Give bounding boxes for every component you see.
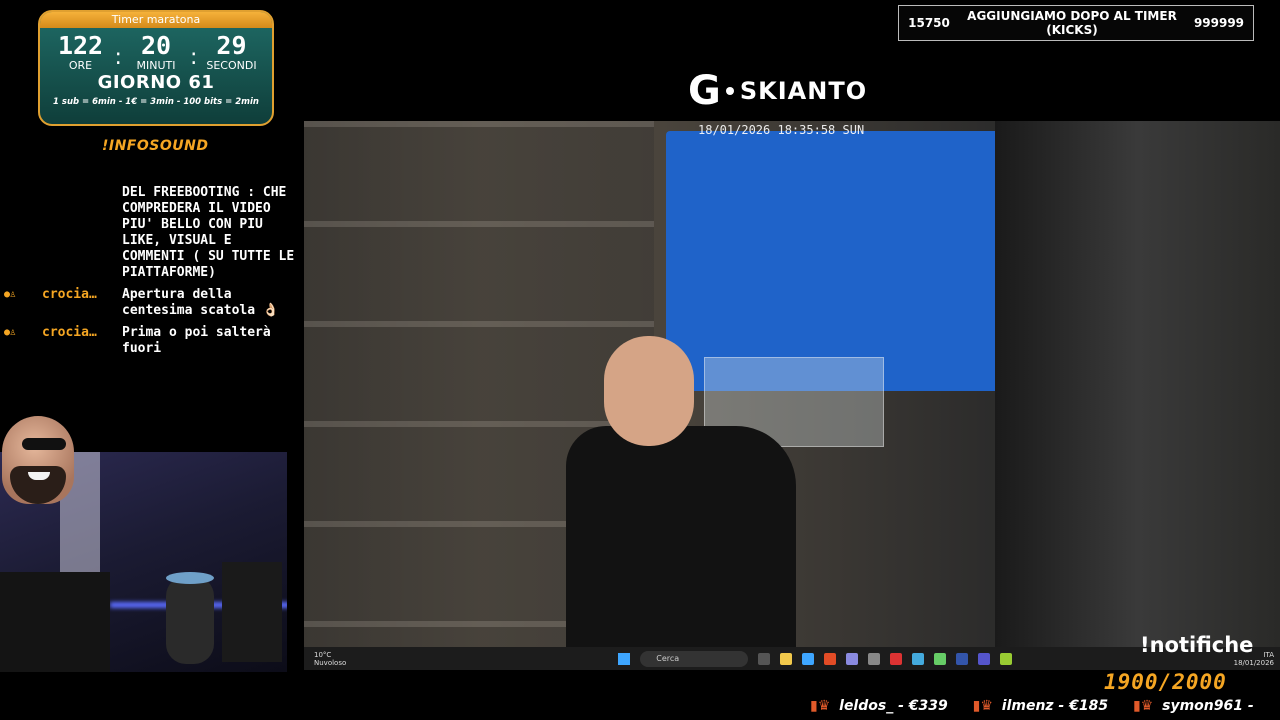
timer-hours: 122 ORE [50, 32, 112, 72]
donation-ticker: ▮♛ leldos_ - €339 ▮♛ ilmenz - €185 ▮♛ sy… [810, 698, 1280, 718]
tray-date: 18/01/2026 [1233, 658, 1274, 667]
chat-username: crocia… [42, 325, 97, 340]
sub-counter: 1900/2000 [1104, 670, 1227, 694]
weather-temp: 10°C [314, 650, 332, 659]
taskbar-app-icon[interactable] [956, 652, 969, 665]
hours-value: 122 [57, 31, 104, 60]
taskbar-search[interactable]: Cerca [640, 650, 749, 667]
brand-logo: G SKIANTO [688, 68, 867, 114]
taskbar-app-icon[interactable] [934, 652, 947, 665]
gift-trophy-icon: ▮♛ [1132, 698, 1154, 714]
chat-message: DEL FREEBOOTING : CHE COMPREDERA IL VIDE… [122, 185, 300, 281]
chat-message-text: Prima o poi salterà fuori [122, 325, 271, 356]
weather-desc: Nuvoloso [314, 658, 347, 667]
ticker-user: leldos_ [839, 698, 894, 714]
taskbar-app-icon[interactable] [802, 652, 815, 665]
camera-timestamp: 18/01/2026 18:35:58 SUN [698, 123, 865, 137]
timer-seconds: 29 SECONDI [200, 32, 262, 72]
person-working [566, 336, 796, 647]
chat-username: crocia… [42, 287, 97, 302]
ticker-item: ▮♛ leldos_ - €339 [810, 698, 948, 714]
timer-rates: 1 sub = 6min - 1€ = 3min - 100 bits = 2m… [53, 97, 259, 107]
marathon-timer: Timer maratona 122 ORE : 20 MINUTI : 29 … [38, 10, 274, 126]
brand-letter: G [688, 68, 721, 114]
taskbar-app-icon[interactable] [912, 652, 925, 665]
ticker-item: ▮♛ ilmenz - €185 [972, 698, 1109, 714]
person-head [604, 336, 694, 446]
ticker-user: ilmenz [1001, 698, 1054, 714]
windows-start-icon[interactable] [618, 652, 631, 665]
seconds-value: 29 [216, 31, 247, 60]
windows-taskbar: 10°C Nuvoloso Cerca ITA 18/01/2026 [304, 647, 1280, 670]
timer-day: GIORNO 61 [97, 72, 215, 93]
taskbar-app-icon[interactable] [1000, 652, 1013, 665]
gift-trophy-icon: ▮♛ [972, 698, 993, 714]
chat-overlay: DEL FREEBOOTING : CHE COMPREDERA IL VIDE… [0, 185, 300, 357]
sunglasses [22, 438, 66, 450]
timer-separator: : [190, 45, 198, 70]
ticker-item: ▮♛ symon961 - [1132, 698, 1254, 714]
minutes-label: MINUTI [136, 59, 176, 72]
goal-target: 999999 [1193, 16, 1245, 30]
chat-message: ●♙ crocia… Prima o poi salterà fuori [4, 325, 300, 357]
taskbar-app-icon[interactable] [890, 652, 903, 665]
taskbar-app-icon[interactable] [780, 652, 793, 665]
weather-widget[interactable]: 10°C Nuvoloso [314, 651, 346, 667]
taskbar-app-icon[interactable] [758, 652, 771, 665]
timer-title: Timer maratona [40, 12, 272, 28]
ticker-amount: €339 [908, 698, 948, 714]
goal-label: AGGIUNGIAMO DOPO AL TIMER (KICKS) [967, 9, 1177, 37]
chat-badge-icon: ●♙ [4, 327, 17, 338]
ticker-amount: €185 [1069, 698, 1109, 714]
chat-message: ●♙ crocia… Apertura della centesima scat… [4, 287, 300, 319]
workshop-camera-feed: 18/01/2026 18:35:58 SUN [304, 121, 1014, 647]
brand-name: SKIANTO [739, 77, 868, 105]
taskbar-app-icon[interactable] [978, 652, 991, 665]
seconds-label: SECONDI [206, 59, 257, 72]
gift-trophy-icon: ▮♛ [810, 698, 831, 714]
chat-badge-icon: ●♙ [4, 289, 17, 300]
taskbar-apps [758, 652, 1022, 665]
hours-label: ORE [68, 59, 93, 72]
kicks-goal: 15750 AGGIUNGIAMO DOPO AL TIMER (KICKS) … [898, 5, 1254, 41]
taskbar-app-icon[interactable] [846, 652, 859, 665]
infosound-command: !INFOSOUND [102, 138, 209, 154]
person-body [566, 426, 796, 647]
taskbar-app-icon[interactable] [824, 652, 837, 665]
streamer-avatar [2, 416, 74, 504]
minutes-value: 20 [140, 31, 172, 60]
goal-current: 15750 [908, 16, 950, 30]
timer-minutes: 20 MINUTI [125, 32, 187, 72]
timer-separator: : [114, 45, 122, 70]
ticker-user: symon961 [1162, 698, 1243, 714]
timer-digits: 122 ORE : 20 MINUTI : 29 SECONDI [40, 28, 272, 72]
brand-dot [725, 87, 734, 95]
garage-side-view [995, 121, 1280, 647]
chat-message-text: Apertura della centesima scatola 👌🏻 [122, 287, 280, 318]
notifiche-command: !notifiche [1140, 633, 1254, 657]
chat-message-text: DEL FREEBOOTING : CHE COMPREDERA IL VIDE… [122, 185, 295, 280]
taskbar-app-icon[interactable] [868, 652, 881, 665]
